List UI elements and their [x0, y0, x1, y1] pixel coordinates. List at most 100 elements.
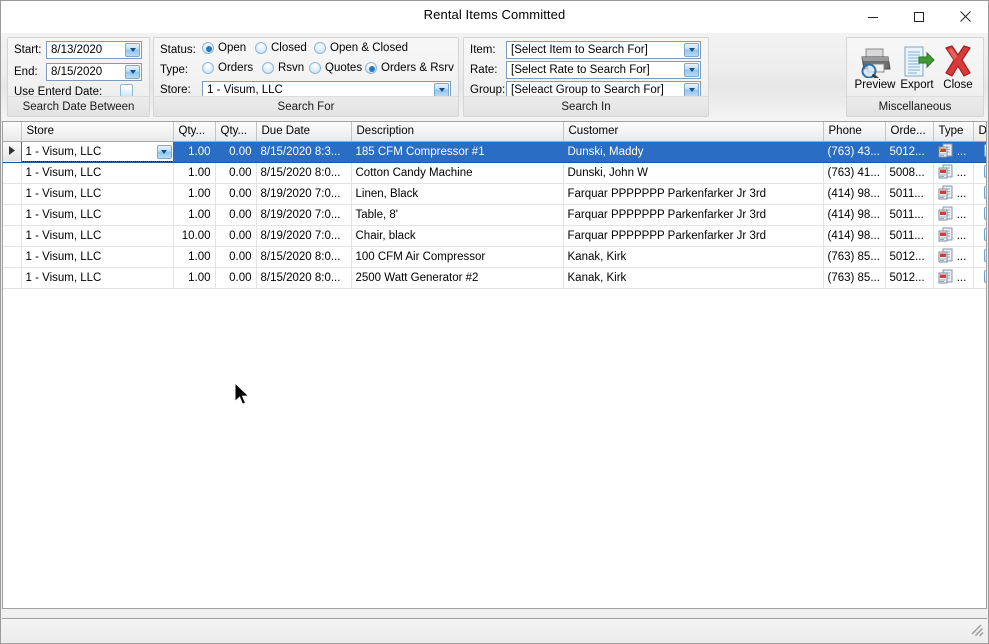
table-row[interactable]: 1 - Visum, LLC 1.00 0.00 8/19/2020 7:0..… — [3, 183, 986, 205]
cell-qty1: 1.00 — [173, 204, 216, 226]
cell-phone: (763) 43... — [823, 141, 886, 163]
ribbon-toolbar: Start: 8/13/2020 End: 8/15/2020 Use Ente… — [1, 33, 988, 122]
cell-store-dropdown-button[interactable] — [156, 144, 172, 159]
table-header-row: Store Qty... Qty... Due Date Description… — [3, 122, 986, 142]
rental-items-grid[interactable]: Store Qty... Qty... Due Date Description… — [2, 121, 987, 609]
cell-type[interactable]: ... — [933, 162, 974, 184]
table-row[interactable]: 1 - Visum, LLC 1.00 0.00 8/19/2020 7:0..… — [3, 204, 986, 226]
item-label: Item: — [470, 44, 496, 56]
chevron-down-icon — [688, 48, 695, 52]
deliver-checkbox[interactable] — [984, 269, 986, 283]
resize-grip-icon[interactable] — [970, 623, 984, 640]
col-header-deliver[interactable]: Deliver — [973, 122, 986, 142]
cell-deliver[interactable] — [973, 204, 986, 226]
start-date-dropdown-button[interactable] — [125, 43, 140, 57]
row-selector-cell[interactable] — [3, 204, 22, 226]
cell-store: 1 - Visum, LLC — [21, 225, 174, 247]
chevron-down-icon — [129, 48, 136, 52]
col-header-qty2[interactable]: Qty... — [215, 122, 257, 142]
table-row[interactable]: 1 - Visum, LLC 1.00 0.00 8/15/2020 8:0..… — [3, 246, 986, 268]
status-radio-open-and-closed[interactable]: Open & Closed — [314, 42, 408, 54]
end-date-label: End: — [14, 66, 38, 78]
type-radio-orders[interactable]: Orders — [202, 62, 253, 74]
cell-type[interactable]: ... — [933, 141, 974, 163]
deliver-checkbox[interactable] — [984, 227, 986, 241]
cell-qty1: 1.00 — [173, 141, 216, 163]
deliver-checkbox[interactable] — [984, 248, 986, 262]
cell-deliver[interactable] — [973, 162, 986, 184]
row-selector-cell[interactable] — [3, 141, 22, 163]
table-row[interactable]: 1 - Visum, LLC 10.00 0.00 8/19/2020 7:0.… — [3, 225, 986, 247]
close-button[interactable] — [942, 1, 988, 32]
store-cell-combo[interactable]: 1 - Visum, LLC — [21, 141, 172, 161]
table-row[interactable]: 1 - Visum, LLC 1.00 0.00 8/15/2020 8:0..… — [3, 162, 986, 184]
end-date-input[interactable]: 8/15/2020 — [46, 63, 142, 81]
status-label: Status: — [160, 44, 196, 56]
miscellaneous-caption: Miscellaneous — [847, 96, 983, 116]
cell-deliver[interactable] — [973, 183, 986, 205]
cell-type[interactable]: ... — [933, 267, 974, 289]
row-selector-cell[interactable] — [3, 267, 22, 289]
maximize-button[interactable] — [896, 1, 942, 32]
col-header-order[interactable]: Orde... — [885, 122, 934, 142]
cell-order: 5011... — [885, 204, 934, 226]
col-header-description[interactable]: Description — [351, 122, 564, 142]
store-dropdown-button[interactable] — [434, 83, 449, 97]
group-label: Group: — [470, 84, 506, 96]
end-date-dropdown-button[interactable] — [125, 65, 140, 79]
rate-select[interactable]: [Select Rate to Search For] — [506, 61, 701, 79]
cell-type-ellipsis: ... — [956, 145, 967, 158]
item-dropdown-button[interactable] — [684, 43, 699, 57]
cell-description: 185 CFM Compressor #1 — [351, 141, 564, 163]
cell-due-date: 8/19/2020 7:0... — [256, 183, 352, 205]
cell-deliver[interactable] — [973, 246, 986, 268]
status-radio-open[interactable]: Open — [202, 42, 246, 54]
deliver-checkbox[interactable] — [984, 185, 986, 199]
item-select[interactable]: [Select Item to Search For] — [506, 41, 701, 59]
deliver-checkbox[interactable] — [984, 164, 986, 178]
status-radio-open-and-closed-label: Open & Closed — [330, 42, 408, 54]
col-header-store[interactable]: Store — [21, 122, 174, 142]
type-radio-orders-and-rsrv[interactable]: Orders & Rsrv — [365, 62, 454, 74]
col-header-due-date[interactable]: Due Date — [256, 122, 352, 142]
radio-dot-icon — [202, 62, 214, 74]
cell-deliver[interactable] — [973, 225, 986, 247]
cell-type[interactable]: ... — [933, 246, 974, 268]
minimize-button[interactable] — [850, 1, 896, 32]
group-dropdown-button[interactable] — [684, 83, 699, 97]
rate-value: [Select Rate to Search For] — [511, 64, 650, 76]
rate-dropdown-button[interactable] — [684, 63, 699, 77]
col-header-type[interactable]: Type — [933, 122, 974, 142]
row-selector-cell[interactable] — [3, 162, 22, 184]
cell-deliver[interactable] — [973, 141, 986, 163]
cell-store[interactable]: 1 - Visum, LLC — [21, 141, 174, 163]
col-header-customer[interactable]: Customer — [563, 122, 824, 142]
col-header-phone[interactable]: Phone — [823, 122, 886, 142]
type-radio-rsvn[interactable]: Rsvn — [262, 62, 304, 74]
cell-deliver[interactable] — [973, 267, 986, 289]
table-row[interactable]: 1 - Visum, LLC 1.00 0.00 8/15/2020 8:3..… — [3, 141, 986, 163]
row-selector-cell[interactable] — [3, 183, 22, 205]
col-header-qty1[interactable]: Qty... — [173, 122, 216, 142]
preview-button[interactable]: Preview — [851, 40, 899, 91]
close-toolbar-button[interactable]: Close — [934, 40, 982, 91]
deliver-checkbox[interactable] — [984, 206, 986, 220]
type-radio-quotes[interactable]: Quotes — [309, 62, 362, 74]
col-header-rowselector[interactable] — [3, 122, 22, 142]
cell-phone: (414) 98... — [823, 183, 886, 205]
order-type-icon — [938, 227, 954, 245]
cell-type[interactable]: ... — [933, 225, 974, 247]
status-radio-closed[interactable]: Closed — [255, 42, 307, 54]
cell-description: Linen, Black — [351, 183, 564, 205]
cell-store: 1 - Visum, LLC — [21, 162, 174, 184]
table-row[interactable]: 1 - Visum, LLC 1.00 0.00 8/15/2020 8:0..… — [3, 267, 986, 289]
row-selector-cell[interactable] — [3, 246, 22, 268]
cell-description: 2500 Watt Generator #2 — [351, 267, 564, 289]
row-selector-cell[interactable] — [3, 225, 22, 247]
title-bar: Rental Items Committed — [1, 1, 988, 33]
order-type-icon — [938, 185, 954, 203]
start-date-input[interactable]: 8/13/2020 — [46, 41, 142, 59]
cell-type[interactable]: ... — [933, 204, 974, 226]
cell-type[interactable]: ... — [933, 183, 974, 205]
deliver-checkbox[interactable] — [984, 143, 986, 157]
